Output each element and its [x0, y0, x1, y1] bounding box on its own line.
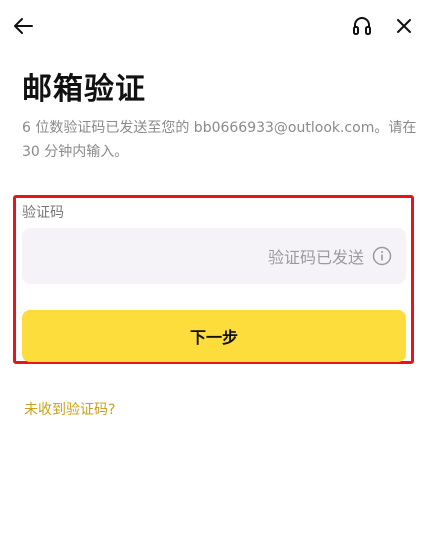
next-button[interactable]: 下一步 — [22, 310, 406, 362]
resend-link[interactable]: 未收到验证码? — [24, 399, 115, 419]
close-icon — [397, 19, 411, 33]
code-input[interactable] — [22, 228, 268, 286]
top-bar — [0, 0, 428, 52]
close-button[interactable] — [389, 12, 419, 40]
page-description: 6 位数验证码已发送至您的 bb0666933@outlook.com。请在 3… — [22, 120, 417, 160]
arrow-left-icon — [14, 18, 33, 34]
code-input-container[interactable]: 验证码已发送 — [22, 228, 406, 286]
info-button[interactable] — [372, 246, 392, 266]
support-button[interactable] — [347, 12, 377, 40]
code-label: 验证码 — [22, 205, 64, 221]
page-title: 邮箱验证 — [22, 72, 146, 107]
info-icon — [372, 246, 392, 266]
back-button[interactable] — [8, 12, 38, 40]
headset-icon — [353, 17, 371, 35]
sent-status: 验证码已发送 — [267, 248, 364, 267]
